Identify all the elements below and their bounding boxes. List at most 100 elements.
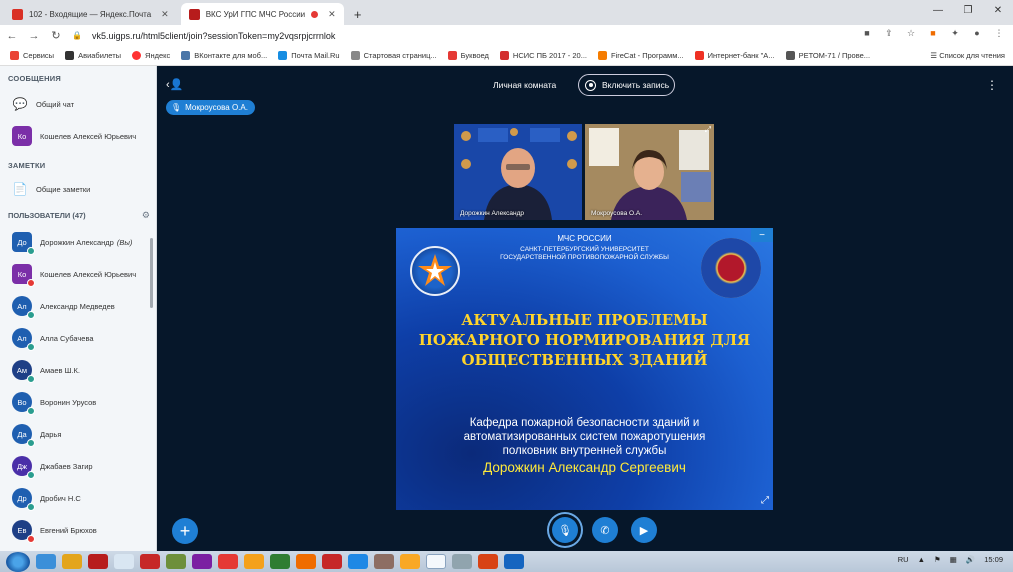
network-tray-icon[interactable]: ▦ [950, 555, 957, 564]
fullscreen-icon[interactable]: ⤢ [761, 495, 769, 506]
bookmark[interactable]: Стартовая страниц... [350, 51, 437, 60]
shared-notes-item[interactable]: 📄 Общие заметки [0, 174, 156, 204]
app-icon[interactable] [192, 554, 212, 569]
public-chat-item[interactable]: 💬 Общий чат [0, 89, 156, 119]
slide-subtitle: Кафедра пожарной безопасности зданий и а… [463, 417, 706, 457]
toggle-userlist-icon[interactable]: ‹👤 [166, 78, 183, 91]
app-icon[interactable] [348, 554, 368, 569]
user-list-item[interactable]: Др Дробич Н.С [0, 482, 156, 514]
emchs-star-icon [418, 254, 452, 286]
app-icon[interactable] [140, 554, 160, 569]
more-options-icon[interactable]: ⋮ [986, 78, 998, 92]
private-chat-item[interactable]: Ко Кошелев Алексей Юрьевич [0, 119, 156, 153]
explorer-icon[interactable] [452, 554, 472, 569]
media-icon[interactable] [62, 554, 82, 569]
app-icon[interactable] [218, 554, 238, 569]
user-list-item[interactable]: Ев Евгений Брюхов [0, 514, 156, 546]
bookmark[interactable]: Сервисы [10, 51, 54, 60]
user-list-item[interactable]: Ко Кошелев Алексей Юрьевич [0, 258, 156, 290]
presentation-slide[interactable]: − МЧС РОССИИ САНКТ-ПЕТЕРБУРГСКИЙ УНИВЕРС… [396, 228, 773, 510]
status-icon [27, 343, 35, 351]
bookmark[interactable]: Яндекс [132, 51, 170, 60]
volume-icon[interactable]: 🔊 [966, 555, 975, 564]
yandex-icon [132, 51, 142, 60]
user-list-item[interactable]: Ал Алла Субачева [0, 322, 156, 354]
address-bar[interactable]: vk5.uigps.ru/html5client/join?sessionTok… [92, 31, 335, 41]
bookmark[interactable]: Авиабилеты [65, 51, 121, 60]
avatar: Ко [12, 264, 35, 287]
network-icon[interactable] [114, 554, 134, 569]
clock[interactable]: 15:09 [984, 555, 1003, 564]
status-icon [27, 375, 35, 383]
talking-indicator[interactable]: 🎙 Мокроусова О.А. [166, 100, 255, 115]
share-webcam-button[interactable]: ▶ [631, 517, 657, 543]
user-list-item[interactable]: Ам Амаев Ш.К. [0, 354, 156, 386]
share-icon[interactable]: ⇪ [883, 28, 895, 39]
chrome-icon[interactable] [426, 554, 446, 569]
reload-icon[interactable]: ↻ [50, 29, 62, 42]
window-close-icon[interactable]: ✕ [983, 0, 1013, 20]
gear-icon[interactable]: ⚙ [142, 210, 150, 221]
bookmark[interactable]: Почта Mail.Ru [278, 51, 340, 60]
record-button[interactable]: Включить запись [578, 74, 675, 96]
extension-icon[interactable]: ■ [927, 28, 939, 39]
app-icon[interactable] [296, 554, 316, 569]
video-tile[interactable]: Мокроусова О.А. ⤢ [585, 124, 714, 220]
close-icon[interactable]: ✕ [161, 9, 169, 20]
language-indicator[interactable]: RU [898, 555, 909, 564]
microphone-icon: 🎙 [558, 524, 572, 537]
video-tile[interactable]: Дорожкин Александр [454, 124, 582, 220]
user-list-item[interactable]: Дж Джабаев Загир [0, 450, 156, 482]
app-icon[interactable] [166, 554, 186, 569]
bookmark[interactable]: НСИС ПБ 2017 - 20... [499, 51, 587, 60]
user-list-item[interactable]: Ал Александр Медведев [0, 290, 156, 322]
minimize-icon[interactable]: — [923, 0, 953, 20]
lock-icon[interactable]: 🔒 [72, 31, 82, 40]
status-icon [27, 471, 35, 479]
menu-icon[interactable]: ⋮ [993, 28, 1005, 39]
camera-permission-icon[interactable]: ■ [861, 28, 873, 39]
word-icon[interactable] [504, 554, 524, 569]
user-list-item[interactable]: До Дорожкин Александр (Вы) [0, 226, 156, 258]
vk-icon [181, 51, 191, 60]
flag-icon[interactable]: ⚑ [934, 555, 941, 564]
user-list-item[interactable]: Да Дарья [0, 418, 156, 450]
actions-plus-button[interactable]: + [172, 518, 198, 544]
emchs-emblem-icon [410, 246, 460, 296]
app-icon[interactable] [374, 554, 394, 569]
browser-tab-mail[interactable]: 102 - Входящие — Яндекс.Почта ✕ [4, 3, 177, 25]
puzzle-icon[interactable]: ✦ [949, 28, 961, 39]
powerpoint-icon[interactable] [478, 554, 498, 569]
document-icon: 📄 [12, 182, 28, 196]
mute-microphone-button[interactable]: 🎙 [552, 517, 578, 543]
fullscreen-icon[interactable]: ⤢ [705, 125, 711, 135]
sidebar-scrollbar[interactable] [150, 238, 153, 308]
profile-icon[interactable]: ● [971, 28, 983, 39]
status-icon [27, 311, 35, 319]
bookmark[interactable]: ВКонтакте для моб... [181, 51, 267, 60]
bookmark[interactable]: FireCat - Программ... [597, 51, 684, 60]
close-icon[interactable]: ✕ [328, 9, 336, 20]
retom-icon [785, 51, 795, 60]
ie-icon[interactable] [36, 554, 56, 569]
bookmark[interactable]: РЕТОМ-71 / Прове... [785, 51, 870, 60]
app-icon[interactable] [322, 554, 342, 569]
user-list-item[interactable]: Во Воронин Урусов [0, 386, 156, 418]
app-icon[interactable] [400, 554, 420, 569]
forward-icon[interactable]: → [28, 30, 40, 42]
bookmark[interactable]: Буквоед [447, 51, 489, 60]
back-icon[interactable]: ← [6, 30, 18, 42]
maximize-icon[interactable]: ❐ [953, 0, 983, 20]
tray-arrow-icon[interactable]: ▲ [918, 555, 925, 564]
reading-list-icon: ☰ [930, 51, 940, 60]
browser-tab-vks[interactable]: ВКС УрИ ГПС МЧС России ✕ [180, 3, 344, 25]
leave-audio-button[interactable]: ✆ [592, 517, 618, 543]
acrobat-icon[interactable] [88, 554, 108, 569]
new-tab-button[interactable]: + [350, 6, 366, 22]
app-icon[interactable] [244, 554, 264, 569]
bookmark[interactable]: Интернет-банк "А... [694, 51, 775, 60]
start-button[interactable] [6, 551, 30, 572]
star-icon[interactable]: ☆ [905, 28, 917, 39]
reading-list[interactable]: ☰ Список для чтения [930, 51, 1005, 60]
app-icon[interactable] [270, 554, 290, 569]
